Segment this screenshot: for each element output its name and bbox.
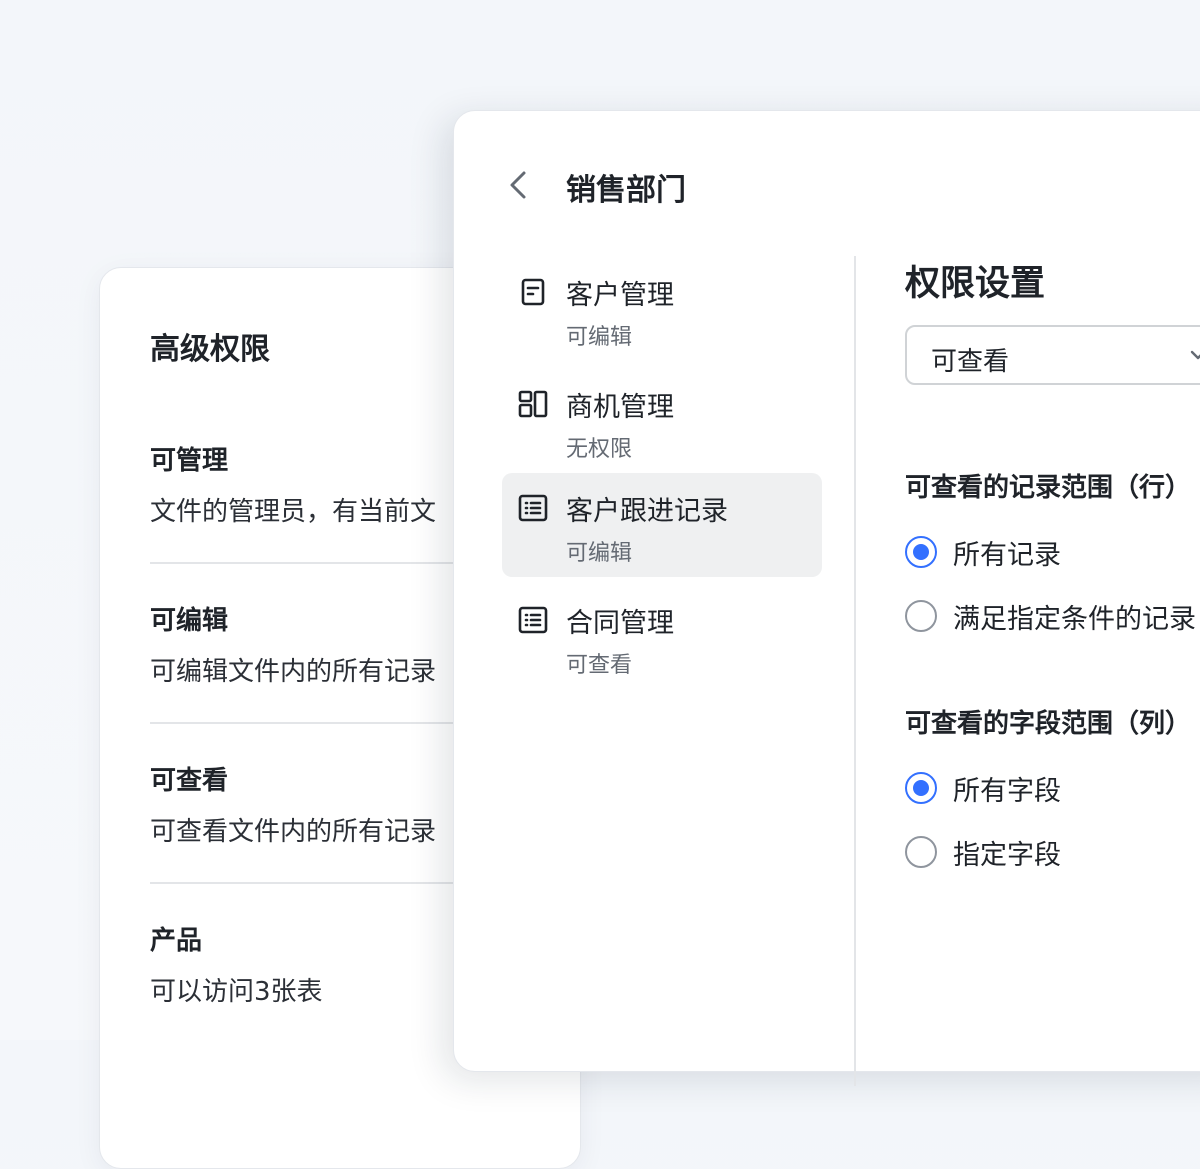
list-icon <box>518 606 548 634</box>
table-item-opportunity[interactable]: 商机管理 无权限 <box>502 369 822 473</box>
radio-unchecked-icon <box>905 600 937 632</box>
department-title: 销售部门 <box>566 173 686 208</box>
table-item-followup[interactable]: 客户跟进记录 可编辑 <box>502 473 822 577</box>
table-name: 客户跟进记录 <box>566 496 728 527</box>
row-scope-label: 可查看的记录范围（行） <box>905 473 1192 503</box>
radio-label: 指定字段 <box>953 840 1061 871</box>
table-permission: 可编辑 <box>566 325 633 350</box>
document-icon <box>521 278 545 306</box>
table-name: 客户管理 <box>566 280 674 311</box>
radio-checked-icon <box>905 772 937 804</box>
select-value: 可查看 <box>931 347 1010 377</box>
table-permission: 无权限 <box>566 437 633 462</box>
list-icon <box>518 494 548 522</box>
department-permissions-panel: 销售部门 客户管理 可编辑 商机管理 无权限 客户跟进记录 可编辑 合同管理 可… <box>453 110 1200 1086</box>
kanban-icon <box>518 390 548 418</box>
chevron-left-icon[interactable] <box>504 167 532 203</box>
radio-label: 所有字段 <box>953 776 1061 807</box>
radio-checked-icon <box>905 536 937 568</box>
radio-unchecked-icon <box>905 836 937 868</box>
table-name: 合同管理 <box>566 608 674 639</box>
column-scope-label: 可查看的字段范围（列） <box>905 709 1192 739</box>
table-permission: 可查看 <box>566 653 633 678</box>
table-name: 商机管理 <box>566 392 674 423</box>
radio-label: 满足指定条件的记录 <box>953 604 1196 635</box>
radio-label: 所有记录 <box>953 540 1061 571</box>
chevron-down-icon <box>1190 350 1200 360</box>
permission-select[interactable]: 可查看 <box>905 325 1200 385</box>
advanced-permissions-title: 高级权限 <box>150 332 270 367</box>
table-item-contract[interactable]: 合同管理 可查看 <box>502 585 822 689</box>
settings-title: 权限设置 <box>905 264 1046 304</box>
vertical-divider <box>854 256 856 1086</box>
table-item-customer[interactable]: 客户管理 可编辑 <box>502 257 822 361</box>
table-permission: 可编辑 <box>566 541 633 566</box>
